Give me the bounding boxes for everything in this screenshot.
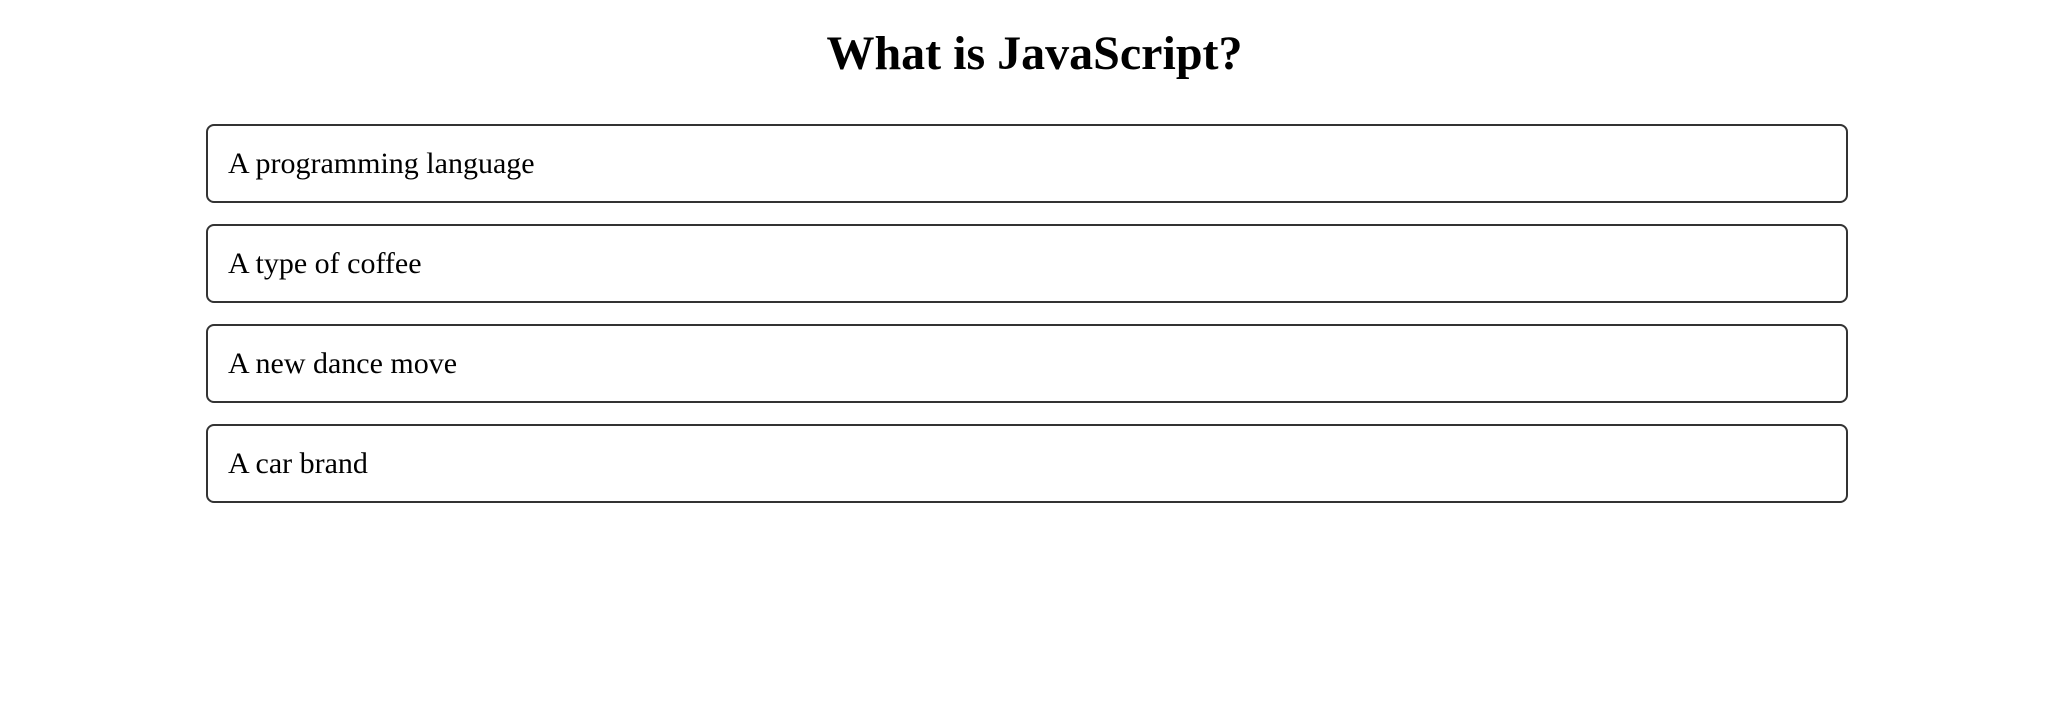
answer-option-dance-move[interactable]: A new dance move — [206, 324, 1848, 403]
answer-option-label: A car brand — [228, 446, 368, 480]
answer-option-label: A programming language — [228, 146, 535, 180]
answer-option-programming-language[interactable]: A programming language — [206, 124, 1848, 203]
answer-option-label: A type of coffee — [228, 246, 422, 280]
answer-option-coffee[interactable]: A type of coffee — [206, 224, 1848, 303]
question-title: What is JavaScript? — [826, 27, 1243, 80]
answer-option-car-brand[interactable]: A car brand — [206, 424, 1848, 503]
answer-options-list: A programming language A type of coffee … — [206, 124, 1848, 524]
answer-option-label: A new dance move — [228, 346, 458, 380]
